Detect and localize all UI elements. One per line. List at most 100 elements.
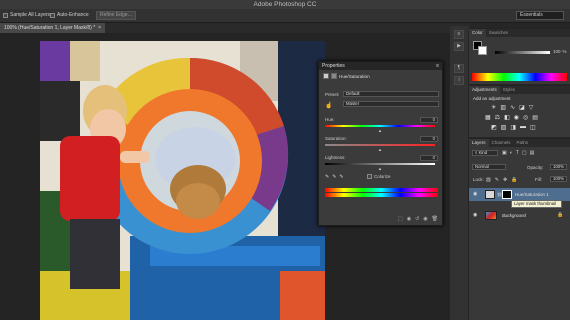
levels-icon[interactable]: ▥ — [500, 104, 506, 111]
target-adjust-hand-icon[interactable]: ☝ — [325, 102, 332, 109]
reset-icon[interactable]: ↺ — [415, 216, 419, 222]
color-value[interactable]: 100% — [553, 49, 567, 54]
color-ramp[interactable] — [472, 73, 567, 81]
lock-icon: 🔒 — [557, 212, 564, 218]
hue-bar-bottom — [325, 193, 438, 197]
history-icon[interactable]: ≡ — [454, 30, 464, 39]
background-color-swatch[interactable] — [478, 46, 487, 55]
lightness-slider-thumb[interactable]: ▲ — [378, 166, 382, 171]
curves-icon[interactable]: ∿ — [510, 104, 515, 111]
filter-smart-icon[interactable]: ▤ — [530, 150, 535, 156]
layer-name[interactable]: Background — [502, 209, 526, 222]
preset-select[interactable]: Default — [343, 91, 439, 97]
layers-panel-tabs: Layers Channels Paths — [469, 139, 570, 147]
photo-illustration — [40, 41, 325, 320]
refine-edge-button[interactable]: Refine Edge... — [96, 11, 136, 20]
color-lookup-icon[interactable]: ▤ — [532, 114, 538, 121]
trash-icon[interactable]: 🗑 — [432, 216, 438, 222]
layer-filter-kind-label: Kind — [478, 150, 488, 155]
properties-title-bar[interactable]: Properties ≡ — [319, 62, 442, 70]
adjustment-layer-thumbnail[interactable] — [485, 190, 495, 199]
eyedropper-minus-icon[interactable]: ✎ — [339, 174, 343, 180]
selective-color-icon[interactable]: ◫ — [530, 124, 536, 131]
tab-channels[interactable]: Channels — [489, 139, 514, 147]
sample-all-layers-label: Sample All Layers — [10, 12, 51, 18]
eyedropper-plus-icon[interactable]: ✎ — [332, 174, 336, 180]
color-value-number: 100 — [553, 49, 561, 54]
color-panel: Color Swatches 100% — [469, 28, 570, 84]
posterize-icon[interactable]: ▨ — [501, 124, 507, 131]
view-previous-icon[interactable]: ◉ — [407, 216, 411, 222]
close-icon[interactable]: × — [98, 25, 101, 31]
properties-title: Properties — [322, 63, 345, 69]
mask-icon[interactable] — [331, 73, 337, 79]
saturation-slider[interactable] — [325, 144, 435, 146]
saturation-label: Saturation: — [325, 136, 347, 141]
blend-mode-select[interactable]: Normal — [472, 164, 506, 170]
threshold-icon[interactable]: ◨ — [510, 124, 516, 131]
filter-shape-icon[interactable]: ▢ — [522, 150, 527, 156]
colorize-checkbox[interactable]: Colorize — [367, 174, 391, 179]
photo-filter-icon[interactable]: ◉ — [514, 114, 519, 121]
filter-pixel-icon[interactable]: ▣ — [502, 150, 507, 156]
layer-filter-kind[interactable]: ⌕ Kind — [472, 150, 498, 156]
document-image[interactable] — [40, 41, 325, 320]
panel-menu-icon[interactable]: ≡ — [436, 62, 439, 70]
info-icon[interactable]: i — [454, 76, 464, 85]
eyedropper-icon[interactable]: ✎ — [325, 174, 329, 180]
gradient-map-icon[interactable]: ▬ — [520, 124, 526, 131]
tab-paths[interactable]: Paths — [514, 139, 532, 147]
tab-adjustments[interactable]: Adjustments — [469, 86, 500, 94]
filter-type-icon[interactable]: T — [516, 150, 519, 156]
lightness-input[interactable]: 0 — [420, 155, 438, 161]
tab-layers[interactable]: Layers — [469, 139, 489, 147]
lock-transparency-icon[interactable]: ▨ — [486, 177, 491, 183]
properties-subtitle: Hue/Saturation — [339, 73, 370, 79]
tab-styles[interactable]: Styles — [500, 86, 518, 94]
channel-mixer-icon[interactable]: ◎ — [523, 114, 528, 121]
color-slider[interactable] — [495, 51, 550, 54]
layer-thumbnail[interactable] — [485, 211, 497, 220]
visibility-eye-icon[interactable]: ◉ — [473, 209, 477, 222]
tab-swatches[interactable]: Swatches — [486, 29, 512, 37]
auto-enhance-checkbox[interactable]: Auto-Enhance — [50, 12, 89, 18]
paragraph-icon[interactable]: ¶ — [454, 64, 464, 73]
adjustments-panel-tabs: Adjustments Styles — [469, 86, 570, 94]
filter-adjustment-icon[interactable]: ◐ — [510, 150, 513, 156]
vibrance-icon[interactable]: ▽ — [529, 104, 534, 111]
layer-mask-thumbnail[interactable] — [502, 190, 512, 199]
lock-all-icon[interactable]: 🔒 — [511, 177, 517, 183]
link-icon: ⛓ — [497, 192, 503, 197]
saturation-slider-thumb[interactable]: ▲ — [378, 147, 382, 152]
color-balance-icon[interactable]: ⚖ — [495, 114, 500, 121]
lock-position-icon[interactable]: ✥ — [503, 177, 507, 183]
lightness-slider[interactable] — [325, 163, 435, 165]
workspace-select[interactable]: Essentials — [516, 11, 564, 20]
sample-all-layers-checkbox[interactable]: Sample All Layers — [3, 12, 50, 18]
hue-saturation-icon[interactable]: ▦ — [485, 114, 491, 121]
visibility-icon[interactable]: ◉ — [423, 216, 427, 222]
lock-image-icon[interactable]: ✎ — [495, 177, 499, 183]
hue-slider-thumb[interactable]: ▲ — [378, 128, 382, 133]
black-white-icon[interactable]: ◧ — [504, 114, 510, 121]
play-icon[interactable]: ▶ — [454, 42, 464, 51]
layer-row[interactable]: ◉ Background 🔒 — [469, 209, 570, 222]
saturation-input[interactable]: 0 — [420, 136, 438, 142]
opacity-input[interactable]: 100% — [550, 164, 567, 170]
layer-mask-tooltip: Layer mask thumbnail — [511, 200, 562, 208]
visibility-eye-icon[interactable]: ◉ — [473, 188, 477, 201]
channel-select[interactable]: Master — [343, 101, 439, 107]
clip-to-layer-icon[interactable]: ⬚ — [398, 216, 403, 222]
opacity-label: Opacity: — [527, 165, 544, 170]
hue-slider[interactable] — [325, 125, 435, 127]
colorize-label: Colorize — [374, 174, 391, 179]
hue-input[interactable]: 0 — [420, 117, 438, 123]
fill-input[interactable]: 100% — [550, 176, 567, 182]
invert-icon[interactable]: ◩ — [491, 124, 497, 131]
exposure-icon[interactable]: ◪ — [519, 104, 525, 111]
brightness-icon[interactable]: ☀ — [491, 104, 496, 111]
adjustment-icon[interactable] — [323, 73, 329, 79]
checkbox-icon — [50, 12, 55, 18]
tab-color[interactable]: Color — [469, 29, 486, 37]
document-tab[interactable]: 100% (Hue/Saturation 1, Layer Mask/8) * × — [0, 23, 106, 33]
